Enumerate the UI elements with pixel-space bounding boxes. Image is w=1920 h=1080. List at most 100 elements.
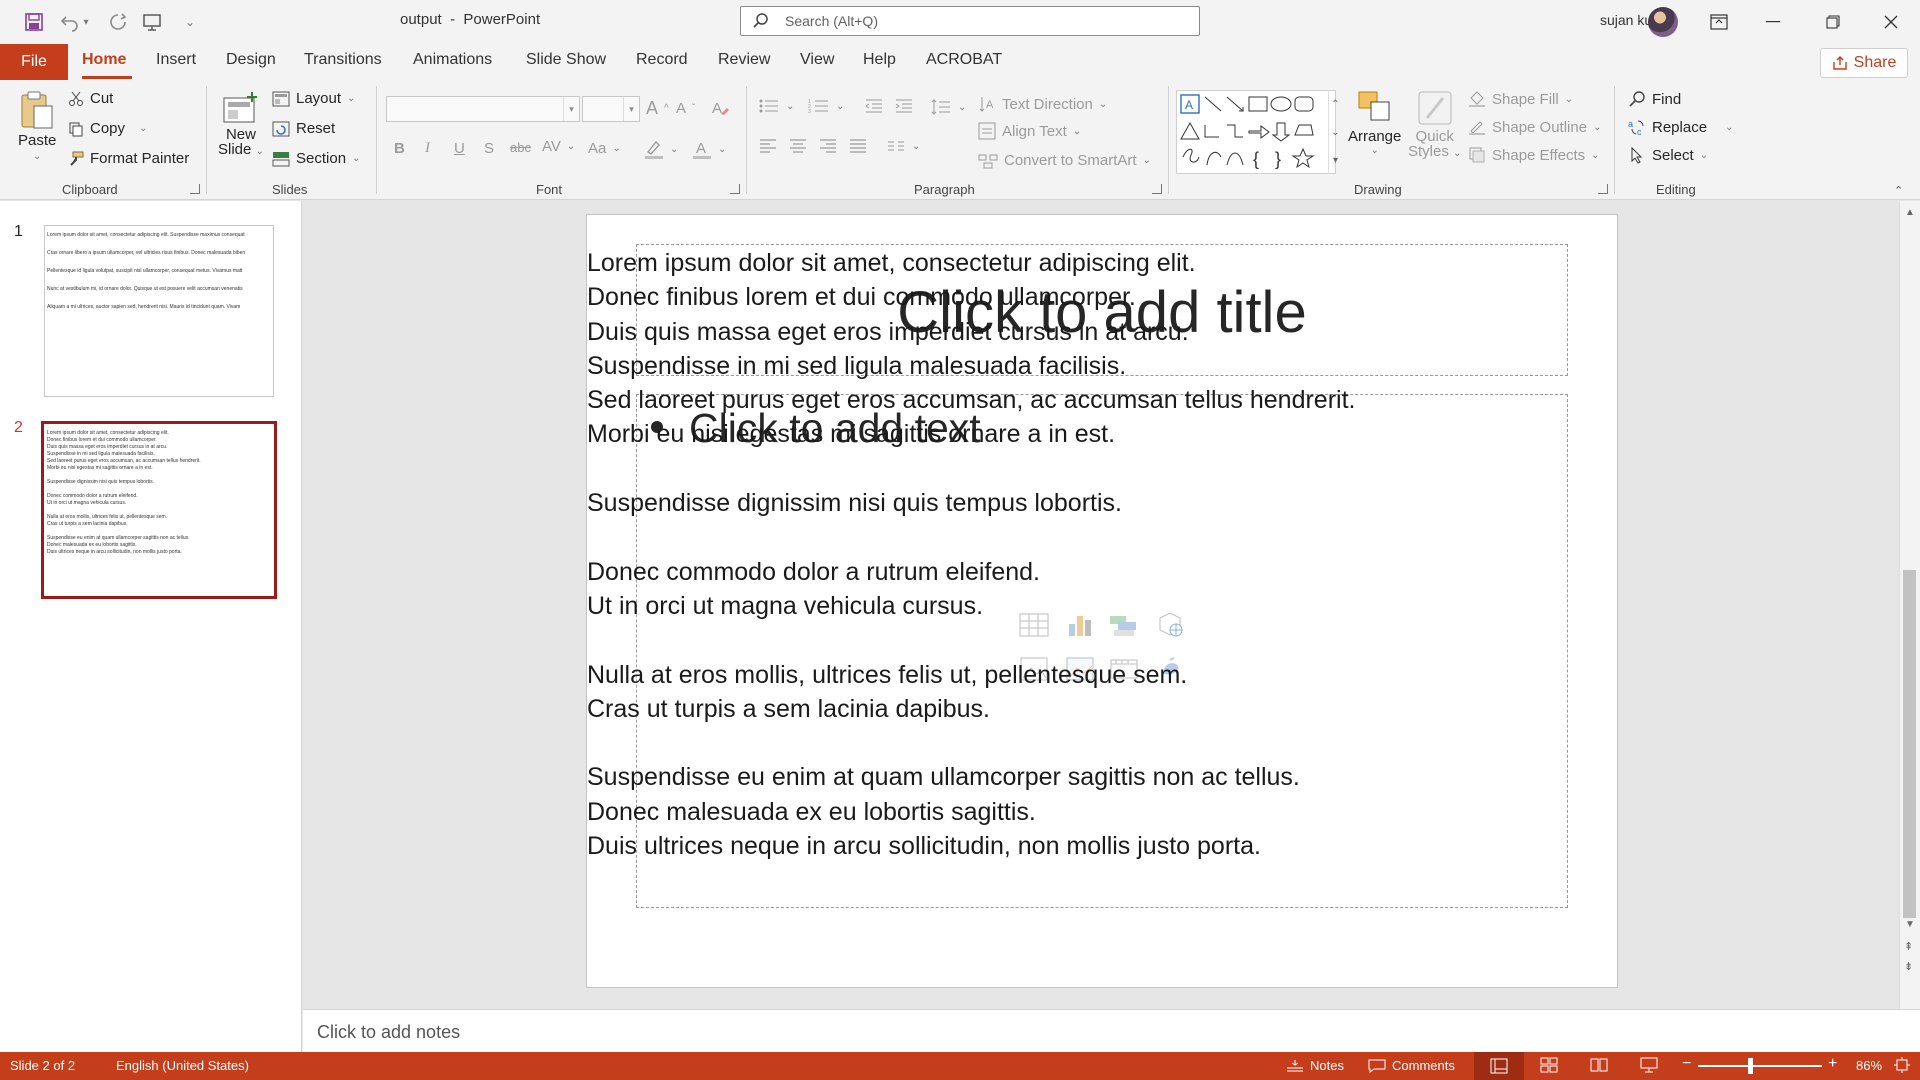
tab-slide-show[interactable]: Slide Show: [526, 51, 606, 69]
quick-styles-button[interactable]: Quick Styles ⌄: [1408, 90, 1461, 160]
share-button[interactable]: Share: [1820, 48, 1908, 78]
shapes-gallery[interactable]: A {}: [1176, 90, 1336, 174]
tab-record[interactable]: Record: [636, 51, 688, 69]
italic-button[interactable]: I: [425, 140, 430, 157]
zoom-slider[interactable]: [1698, 1065, 1822, 1067]
section-button[interactable]: Section ⌄: [272, 150, 360, 167]
present-from-beginning-icon[interactable]: [138, 10, 166, 34]
layout-button[interactable]: Layout ⌄: [272, 90, 355, 107]
search-input[interactable]: Search (Alt+Q): [740, 6, 1200, 36]
columns-button[interactable]: ⌄: [886, 138, 920, 154]
format-painter-button[interactable]: Format Painter: [68, 150, 189, 167]
numbering-button[interactable]: 1 2 3 ⌄: [808, 98, 844, 114]
tab-insert[interactable]: Insert: [156, 51, 196, 69]
drawing-launcher-icon[interactable]: [1598, 184, 1608, 194]
new-slide-button[interactable]: New Slide ⌄: [218, 90, 264, 158]
character-spacing-button[interactable]: AV ⌄: [542, 138, 575, 155]
shape-fill-button[interactable]: Shape Fill ⌄: [1468, 90, 1573, 108]
decrease-indent-icon[interactable]: [864, 98, 884, 114]
previous-slide-icon[interactable]: ⇞: [1904, 941, 1913, 953]
undo-dropdown-icon[interactable]: ▾: [80, 10, 92, 34]
align-text-button[interactable]: Align Text ⌄: [978, 122, 1081, 140]
cut-button[interactable]: Cut: [68, 90, 113, 107]
notes-toggle-button[interactable]: Notes: [1286, 1058, 1344, 1073]
shape-outline-button[interactable]: Shape Outline ⌄: [1468, 118, 1601, 136]
text-direction-button[interactable]: A Text Direction ⌄: [978, 95, 1107, 113]
zoom-out-icon[interactable]: −: [1682, 1055, 1691, 1073]
text-shadow-button[interactable]: S: [484, 140, 494, 157]
gallery-more-icon[interactable]: ▾: [1333, 155, 1338, 166]
tab-help[interactable]: Help: [863, 51, 896, 69]
font-launcher-icon[interactable]: [730, 184, 740, 194]
zoom-slider-handle[interactable]: [1748, 1058, 1753, 1074]
increase-indent-icon[interactable]: [894, 98, 914, 114]
slide-thumbnail-1[interactable]: Lorem ipsum dolor sit amet, consectetur …: [44, 225, 274, 397]
font-size-combobox[interactable]: ▾: [582, 96, 640, 122]
ribbon-display-options-icon[interactable]: [1696, 0, 1742, 44]
zoom-level[interactable]: 86%: [1856, 1058, 1882, 1073]
fit-slide-to-window-icon[interactable]: [1894, 1057, 1910, 1073]
bullets-button[interactable]: ⌄: [758, 98, 794, 114]
minimize-button[interactable]: [1750, 0, 1796, 44]
normal-view-button[interactable]: [1474, 1052, 1524, 1080]
slide-sorter-view-icon[interactable]: [1540, 1057, 1558, 1073]
tab-design[interactable]: Design: [226, 51, 276, 69]
comments-button[interactable]: Comments: [1368, 1058, 1455, 1073]
scrollbar-thumb[interactable]: [1903, 570, 1916, 918]
scroll-down-icon[interactable]: ▼: [1905, 919, 1915, 930]
align-center-icon[interactable]: [788, 138, 808, 154]
replace-button[interactable]: ac Replace ⌄: [1628, 118, 1733, 137]
copy-button[interactable]: Copy ⌄: [68, 120, 147, 137]
decrease-font-size-button[interactable]: Aˇ: [676, 100, 695, 117]
redo-icon[interactable]: [104, 10, 132, 34]
tab-home[interactable]: Home: [82, 51, 126, 69]
tab-animations[interactable]: Animations: [413, 51, 492, 69]
change-case-button[interactable]: Aa ⌄: [588, 140, 621, 157]
next-slide-icon[interactable]: ⇟: [1904, 961, 1913, 973]
close-button[interactable]: [1868, 0, 1914, 44]
line-spacing-button[interactable]: ⌄: [930, 98, 966, 116]
chevron-down-icon[interactable]: ⌄: [1331, 127, 1339, 138]
slide-counter[interactable]: Slide 2 of 2: [10, 1058, 75, 1073]
increase-font-size-button[interactable]: A ^: [646, 98, 669, 119]
reset-button[interactable]: Reset: [272, 120, 335, 137]
restore-button[interactable]: [1810, 0, 1856, 44]
language-indicator[interactable]: English (United States): [116, 1058, 249, 1073]
customize-toolbar-icon[interactable]: ⌄: [176, 10, 204, 34]
slide-thumbnail-pane[interactable]: 1 Lorem ipsum dolor sit amet, consectetu…: [0, 201, 302, 1052]
slide-thumbnail-2[interactable]: Lorem ipsum dolor sit amet, consectetur …: [41, 421, 277, 599]
font-name-combobox[interactable]: ▾: [386, 96, 580, 122]
find-button[interactable]: Find: [1628, 90, 1681, 108]
avatar[interactable]: [1648, 7, 1678, 37]
select-button[interactable]: Select ⌄: [1628, 146, 1708, 164]
strikethrough-button[interactable]: abc: [510, 140, 531, 155]
bold-button[interactable]: B: [394, 140, 405, 157]
underline-button[interactable]: U: [454, 140, 465, 157]
tab-review[interactable]: Review: [718, 51, 770, 69]
convert-to-smartart-button[interactable]: Convert to SmartArt ⌄: [978, 152, 1151, 169]
slide-show-view-icon[interactable]: [1640, 1057, 1658, 1073]
shapes-gallery-scroll[interactable]: ⌃ ⌄ ▾: [1328, 90, 1342, 174]
tab-view[interactable]: View: [800, 51, 834, 69]
zoom-in-icon[interactable]: +: [1828, 1055, 1837, 1073]
clear-formatting-icon[interactable]: A: [710, 98, 730, 118]
reading-view-icon[interactable]: [1590, 1057, 1608, 1073]
arrange-button[interactable]: Arrange ⌄: [1348, 90, 1401, 156]
paste-button[interactable]: Paste ⌄: [18, 90, 56, 162]
shape-effects-button[interactable]: Shape Effects ⌄: [1468, 146, 1600, 164]
notes-pane[interactable]: Click to add notes: [303, 1009, 1920, 1052]
tab-file[interactable]: File: [0, 44, 68, 80]
chevron-up-icon[interactable]: ⌃: [1331, 99, 1339, 110]
align-right-icon[interactable]: [818, 138, 838, 154]
scroll-up-icon[interactable]: ▲: [1905, 207, 1915, 218]
tab-transitions[interactable]: Transitions: [304, 51, 382, 69]
tab-acrobat[interactable]: ACROBAT: [926, 51, 1002, 69]
font-color-button[interactable]: A ⌄: [692, 138, 726, 160]
highlight-color-button[interactable]: ⌄: [644, 138, 678, 160]
align-left-icon[interactable]: [758, 138, 778, 154]
paragraph-launcher-icon[interactable]: [1152, 184, 1162, 194]
clipboard-launcher-icon[interactable]: [190, 184, 200, 194]
slide-body-text[interactable]: Lorem ipsum dolor sit amet, consectetur …: [587, 246, 1355, 863]
justify-icon[interactable]: [848, 138, 868, 154]
collapse-ribbon-icon[interactable]: ⌃: [1894, 184, 1903, 197]
